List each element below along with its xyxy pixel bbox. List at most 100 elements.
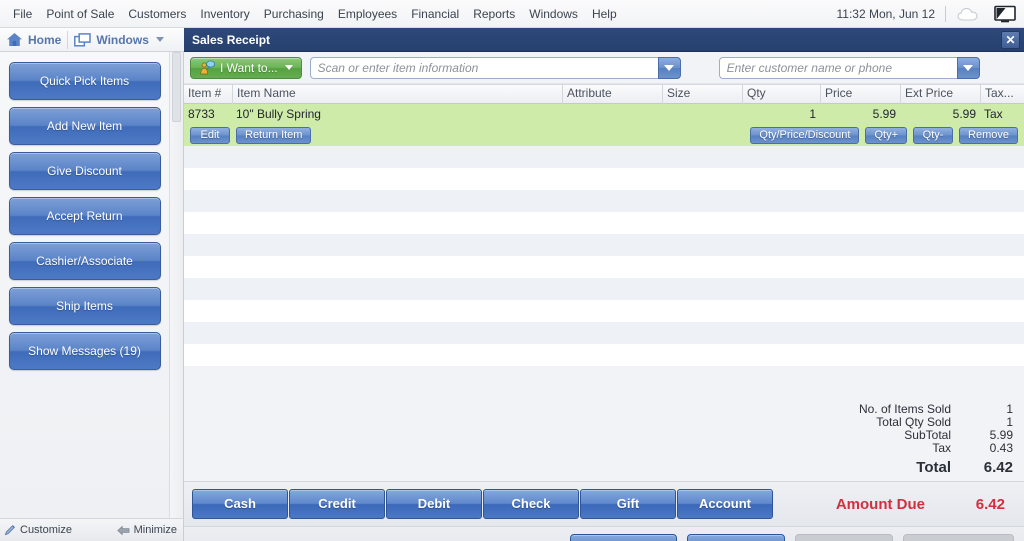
pay-credit-button[interactable]: Credit (289, 489, 385, 519)
pencil-icon (4, 524, 16, 536)
windows-button[interactable]: Windows (68, 28, 170, 52)
chevron-down-icon (285, 65, 293, 70)
close-icon[interactable]: ✕ (1001, 31, 1020, 49)
column-header-ext-price[interactable]: Ext Price (900, 84, 980, 104)
put-on-hold-button[interactable]: Put on Hold (570, 534, 677, 541)
pos-application: File Point of Sale Customers Inventory P… (0, 0, 1024, 541)
column-header-size[interactable]: Size (662, 84, 742, 104)
sidebar-item-show-messages[interactable]: Show Messages (19) (9, 332, 161, 370)
sidebar-scrollbar[interactable] (170, 52, 184, 518)
sidebar-item-quick-pick-items[interactable]: Quick Pick Items (9, 62, 161, 100)
divider (945, 6, 946, 22)
empty-row[interactable] (184, 344, 1024, 366)
clock-display: 11:32 Mon, Jun 12 (836, 7, 945, 21)
column-header-qty[interactable]: Qty (742, 84, 820, 104)
menu-items: File Point of Sale Customers Inventory P… (0, 3, 624, 25)
empty-row[interactable] (184, 212, 1024, 234)
empty-row[interactable] (184, 146, 1024, 168)
cancel-button[interactable]: Cancel (687, 534, 785, 541)
menu-item-purchasing[interactable]: Purchasing (257, 3, 331, 25)
table-row[interactable]: 8733 10" Bully Spring 1 5.99 5.99 Tax (184, 104, 1024, 124)
customize-label: Customize (20, 524, 72, 536)
monitor-icon[interactable] (994, 5, 1016, 23)
sidebar-item-give-discount[interactable]: Give Discount (9, 152, 161, 190)
totals-row-items-sold: No. of Items Sold 1 (815, 402, 1013, 415)
empty-row[interactable] (184, 278, 1024, 300)
sidebar-item-cashier-associate[interactable]: Cashier/Associate (9, 242, 161, 280)
menu-item-windows[interactable]: Windows (522, 3, 585, 25)
cell-item-name: 10" Bully Spring (232, 104, 562, 124)
qty-increase-button[interactable]: Qty+ (865, 127, 907, 144)
pay-check-button[interactable]: Check (483, 489, 579, 519)
qty-price-discount-button[interactable]: Qty/Price/Discount (750, 127, 859, 144)
column-header-attribute[interactable]: Attribute (562, 84, 662, 104)
page-title: Sales Receipt (192, 33, 270, 47)
column-header-item-number[interactable]: Item # (184, 84, 232, 104)
menu-item-point-of-sale[interactable]: Point of Sale (39, 3, 121, 25)
cell-attribute (562, 104, 662, 124)
cell-price: 5.99 (820, 104, 900, 124)
pay-debit-button[interactable]: Debit (386, 489, 482, 519)
save-only-button: Save Only (795, 534, 893, 541)
remove-item-button[interactable]: Remove (959, 127, 1018, 144)
customer-search-input[interactable] (719, 57, 957, 79)
sidebar-item-ship-items[interactable]: Ship Items (9, 287, 161, 325)
save-and-print-button: Save & Print (903, 534, 1014, 541)
totals-row-tax: Tax 0.43 (815, 441, 1013, 454)
totals-value: 1 (965, 402, 1013, 416)
return-item-button[interactable]: Return Item (236, 127, 311, 144)
empty-row[interactable] (184, 190, 1024, 212)
sidebar-item-add-new-item[interactable]: Add New Item (9, 107, 161, 145)
menu-item-customers[interactable]: Customers (121, 3, 193, 25)
empty-row[interactable] (184, 300, 1024, 322)
window-title-bar: Sales Receipt ✕ (184, 28, 1024, 52)
menu-item-reports[interactable]: Reports (466, 3, 522, 25)
cell-size (662, 104, 742, 124)
i-want-to-button[interactable]: I Want to... (190, 57, 302, 79)
menu-item-file[interactable]: File (6, 3, 39, 25)
bottom-action-bar: Put on Hold Cancel Save Only Save & Prin… (184, 526, 1024, 541)
left-sidebar: Quick Pick Items Add New Item Give Disco… (0, 52, 170, 518)
home-button[interactable]: Home (0, 28, 67, 52)
column-header-tax[interactable]: Tax... (980, 84, 1022, 104)
qty-decrease-button[interactable]: Qty- (913, 127, 953, 144)
arrow-left-icon (117, 525, 130, 536)
menu-item-employees[interactable]: Employees (331, 3, 404, 25)
windows-label: Windows (96, 33, 149, 47)
customize-button[interactable]: Customize (4, 524, 72, 536)
item-search-dropdown-button[interactable] (658, 57, 681, 79)
grand-total-value: 6.42 (965, 459, 1013, 476)
minimize-button[interactable]: Minimize (117, 524, 177, 536)
pay-cash-button[interactable]: Cash (192, 489, 288, 519)
empty-row[interactable] (184, 322, 1024, 344)
scrollbar-thumb[interactable] (172, 52, 181, 122)
totals-value: 5.99 (965, 428, 1013, 442)
totals-label: Tax (815, 441, 965, 455)
column-header-price[interactable]: Price (820, 84, 900, 104)
empty-row[interactable] (184, 256, 1024, 278)
menu-item-inventory[interactable]: Inventory (193, 3, 256, 25)
amount-due-display: Amount Due 6.42 (836, 496, 1016, 513)
customer-search-combo (719, 57, 980, 79)
customer-search-dropdown-button[interactable] (957, 57, 980, 79)
sidebar-item-accept-return[interactable]: Accept Return (9, 197, 161, 235)
item-search-input[interactable] (310, 57, 658, 79)
totals-row-grand-total: Total 6.42 (815, 457, 1013, 477)
chevron-down-icon (664, 65, 674, 71)
pay-account-button[interactable]: Account (677, 489, 773, 519)
pay-gift-button[interactable]: Gift (580, 489, 676, 519)
column-header-item-name[interactable]: Item Name (232, 84, 562, 104)
home-label: Home (28, 33, 61, 47)
payment-bar: Cash Credit Debit Check Gift Account Amo… (184, 481, 1024, 526)
empty-row[interactable] (184, 234, 1024, 256)
cell-ext-price: 5.99 (900, 104, 980, 124)
totals-panel: No. of Items Sold 1 Total Qty Sold 1 Sub… (184, 396, 1024, 481)
i-want-to-label: I Want to... (220, 61, 278, 75)
edit-button[interactable]: Edit (190, 127, 230, 144)
menu-item-help[interactable]: Help (585, 3, 624, 25)
cloud-icon[interactable] (956, 5, 982, 23)
empty-row[interactable] (184, 168, 1024, 190)
minimize-label: Minimize (134, 524, 177, 536)
cell-item-number: 8733 (184, 104, 232, 124)
menu-item-financial[interactable]: Financial (404, 3, 466, 25)
